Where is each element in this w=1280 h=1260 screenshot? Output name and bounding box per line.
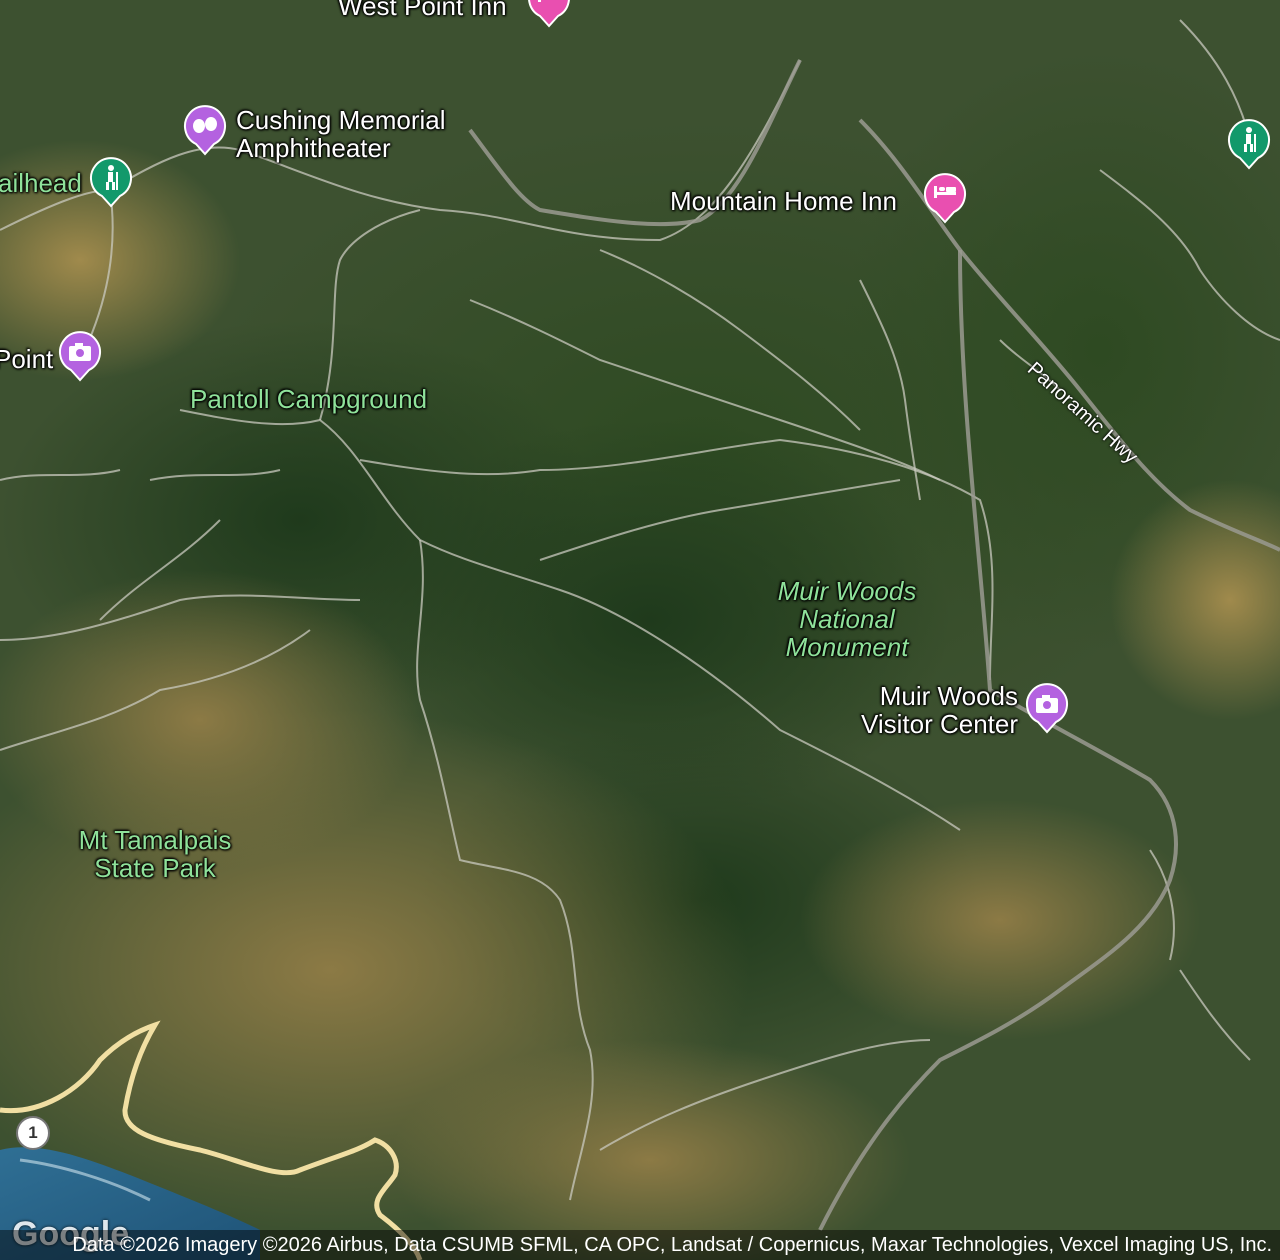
west-point-inn-pin[interactable]	[526, 0, 572, 28]
satellite-map[interactable]	[0, 0, 1280, 1260]
trailhead-label[interactable]: ailhead	[0, 169, 82, 197]
visitor-center-pin[interactable]	[1024, 682, 1070, 734]
visitor-center-label-line1[interactable]: Muir Woods	[830, 682, 1018, 710]
point-label[interactable]: Point	[0, 345, 53, 373]
mt-tam-label-line2[interactable]: State Park	[60, 854, 250, 882]
mt-tam-label-line1[interactable]: Mt Tamalpais	[60, 826, 250, 854]
attribution-bar: Data ©2026 Imagery ©2026 Airbus, Data CS…	[0, 1230, 1280, 1260]
cushing-amphitheater-pin[interactable]	[182, 104, 228, 156]
muir-woods-label-line2[interactable]: National	[762, 605, 932, 633]
pantoll-campground-label[interactable]: Pantoll Campground	[190, 385, 427, 413]
cushing-label-line1[interactable]: Cushing Memorial	[236, 106, 446, 134]
mountain-home-inn-pin[interactable]	[922, 172, 968, 224]
muir-woods-label-line1[interactable]: Muir Woods	[762, 577, 932, 605]
point-pin[interactable]	[57, 330, 103, 382]
visitor-center-label-line2[interactable]: Visitor Center	[830, 710, 1018, 738]
trailhead-pin[interactable]	[88, 156, 134, 208]
hiking-pin-right[interactable]	[1226, 118, 1272, 170]
muir-woods-label-line3[interactable]: Monument	[762, 633, 932, 661]
cushing-label-line2[interactable]: Amphitheater	[236, 134, 391, 162]
attribution-text: Data ©2026 Imagery ©2026 Airbus, Data CS…	[72, 1234, 1272, 1256]
mountain-home-inn-label[interactable]: Mountain Home Inn	[670, 187, 897, 215]
west-point-inn-label[interactable]: West Point Inn	[338, 0, 507, 20]
highway-1-shield: 1	[16, 1116, 50, 1150]
